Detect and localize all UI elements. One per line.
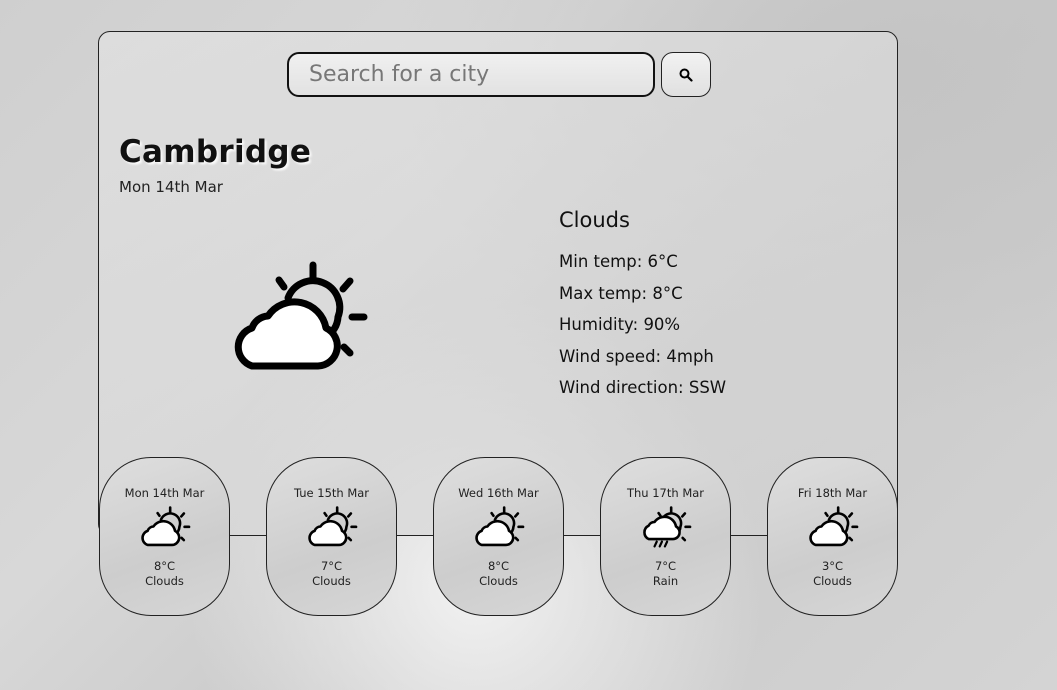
forecast-condition: Clouds xyxy=(145,574,184,588)
forecast-day-card[interactable]: Mon 14th Mar 8°C Clouds xyxy=(99,457,230,616)
current-condition: Clouds xyxy=(559,208,630,232)
forecast-date: Mon 14th Mar xyxy=(124,486,205,500)
forecast-date: Thu 17th Mar xyxy=(626,486,705,500)
cloud-rain-sun-icon xyxy=(639,504,693,550)
forecast-day-card[interactable]: Thu 17th Mar 7°C Rain xyxy=(600,457,731,616)
wind-direction-value: SSW xyxy=(688,378,727,397)
cloud-sun-icon xyxy=(138,504,192,550)
forecast-date: Fri 18th Mar xyxy=(797,486,868,500)
min-temp-value: 6°C xyxy=(647,252,678,271)
search-input[interactable] xyxy=(287,52,655,97)
forecast-day-card[interactable]: Wed 16th Mar 8°C Clouds xyxy=(433,457,564,616)
max-temp-row: Max temp: 8°C xyxy=(559,283,683,303)
search-button[interactable] xyxy=(661,52,711,97)
forecast-temp: 3°C xyxy=(821,559,844,573)
wind-direction-row: Wind direction: SSW xyxy=(559,378,727,397)
city-name: Cambridge xyxy=(119,134,312,170)
wind-speed-row: Wind speed: 4mph xyxy=(559,346,714,366)
forecast-condition: Clouds xyxy=(813,574,852,588)
wind-speed-value: 4mph xyxy=(666,346,714,366)
min-temp-row: Min temp: 6°C xyxy=(559,252,678,271)
forecast-condition: Clouds xyxy=(479,574,518,588)
current-date: Mon 14th Mar xyxy=(119,178,223,196)
cloud-sun-icon xyxy=(472,504,526,550)
forecast-date: Tue 15th Mar xyxy=(293,486,370,500)
cloud-sun-icon xyxy=(806,504,860,550)
forecast-temp: 8°C xyxy=(487,559,510,573)
cloud-sun-icon xyxy=(305,504,359,550)
forecast-temp: 8°C xyxy=(153,559,176,573)
humidity-value: 90% xyxy=(643,315,681,334)
forecast-day-card[interactable]: Fri 18th Mar 3°C Clouds xyxy=(767,457,898,616)
max-temp-value: 8°C xyxy=(652,283,683,303)
search-icon xyxy=(679,68,693,82)
cloud-sun-icon xyxy=(226,260,372,375)
forecast-condition: Clouds xyxy=(312,574,351,588)
forecast-day-card[interactable]: Tue 15th Mar 7°C Clouds xyxy=(266,457,397,616)
forecast-condition: Rain xyxy=(652,574,679,588)
weather-details: Clouds Min temp: 6°C Max temp: 8°C Humid… xyxy=(559,208,726,410)
forecast-temp: 7°C xyxy=(320,559,343,573)
forecast-date: Wed 16th Mar xyxy=(458,486,539,500)
humidity-row: Humidity: 90% xyxy=(559,315,681,334)
forecast-temp: 7°C xyxy=(654,559,677,573)
